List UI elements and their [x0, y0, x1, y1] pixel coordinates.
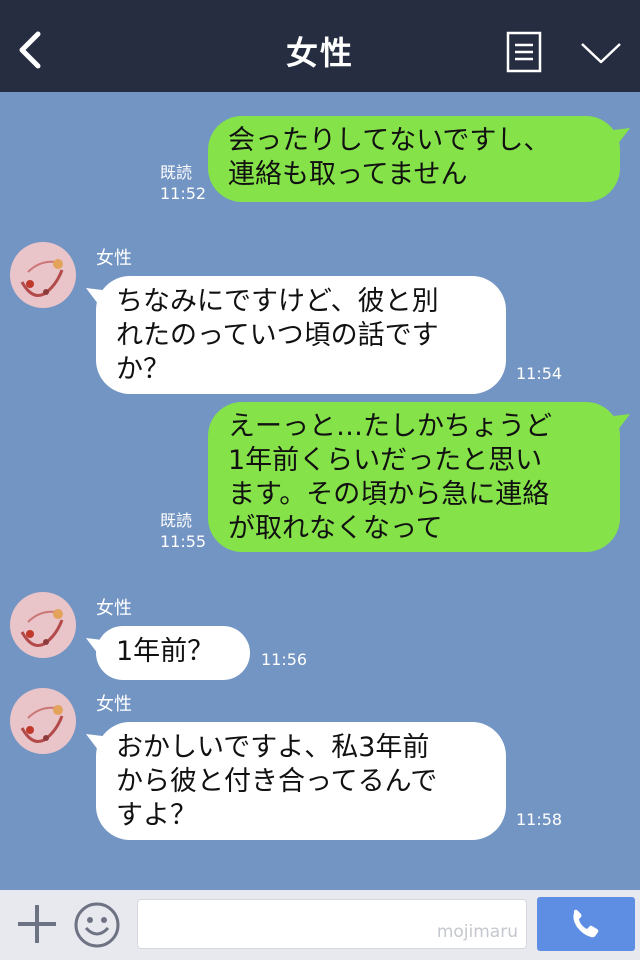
phone-icon	[573, 909, 599, 938]
sender-name: 女性	[96, 248, 132, 269]
chat-title: 女性	[285, 34, 354, 72]
message-time: 11:58	[516, 810, 563, 829]
menu-button[interactable]	[506, 31, 542, 73]
message-text: おかしいですよ、私3年前 から彼と付き合ってるんで すよ？	[116, 732, 438, 831]
message-bubble-in[interactable]: おかしいですよ、私3年前 から彼と付き合ってるんで すよ？	[96, 722, 506, 840]
avatar[interactable]	[10, 242, 76, 308]
read-status: 既読 11:52	[160, 163, 207, 203]
chevron-down-icon	[581, 43, 621, 64]
plus-icon	[18, 905, 56, 943]
message-time: 11:56	[261, 650, 308, 669]
read-status: 既読 11:55	[160, 511, 207, 551]
message-input[interactable]: mojimaru	[137, 899, 527, 949]
call-button[interactable]	[537, 897, 635, 951]
add-button[interactable]	[16, 903, 58, 945]
emoji-button[interactable]	[74, 902, 120, 948]
message-bubble-out[interactable]: 会ったりしてないですし、 連絡も取ってません	[208, 116, 620, 202]
message-bubble-in[interactable]: 1年前？	[96, 626, 250, 680]
message-text: ちなみにですけど、彼と別 れたのっていつ頃の話です か？	[116, 286, 439, 385]
message-time: 11:54	[516, 364, 563, 383]
chat-header: 女性	[0, 0, 640, 92]
message-text: えーっと…たしかちょうど 1年前くらいだったと思い ます。その頃から急に連絡 が…	[228, 411, 552, 544]
message-text: 会ったりしてないですし、 連絡も取ってません	[228, 125, 551, 190]
flower-avatar-icon	[20, 609, 64, 647]
expand-button[interactable]	[578, 38, 624, 68]
flower-avatar-icon	[20, 705, 64, 743]
flower-avatar-icon	[20, 259, 64, 297]
message-text: 1年前？	[116, 636, 215, 667]
message-bubble-in[interactable]: ちなみにですけど、彼と別 れたのっていつ頃の話です か？	[96, 276, 506, 394]
avatar[interactable]	[10, 688, 76, 754]
sender-name: 女性	[96, 694, 132, 715]
sender-name: 女性	[96, 598, 132, 619]
notes-icon	[506, 31, 542, 73]
message-bubble-out[interactable]: えーっと…たしかちょうど 1年前くらいだったと思い ます。その頃から急に連絡 が…	[208, 402, 620, 552]
avatar[interactable]	[10, 592, 76, 658]
chat-area[interactable]: 既読 11:52 会ったりしてないですし、 連絡も取ってません 女性 ちなみにで…	[0, 92, 640, 890]
watermark: mojimaru	[436, 922, 518, 942]
smile-icon	[74, 902, 120, 948]
input-bar: mojimaru	[0, 890, 640, 960]
